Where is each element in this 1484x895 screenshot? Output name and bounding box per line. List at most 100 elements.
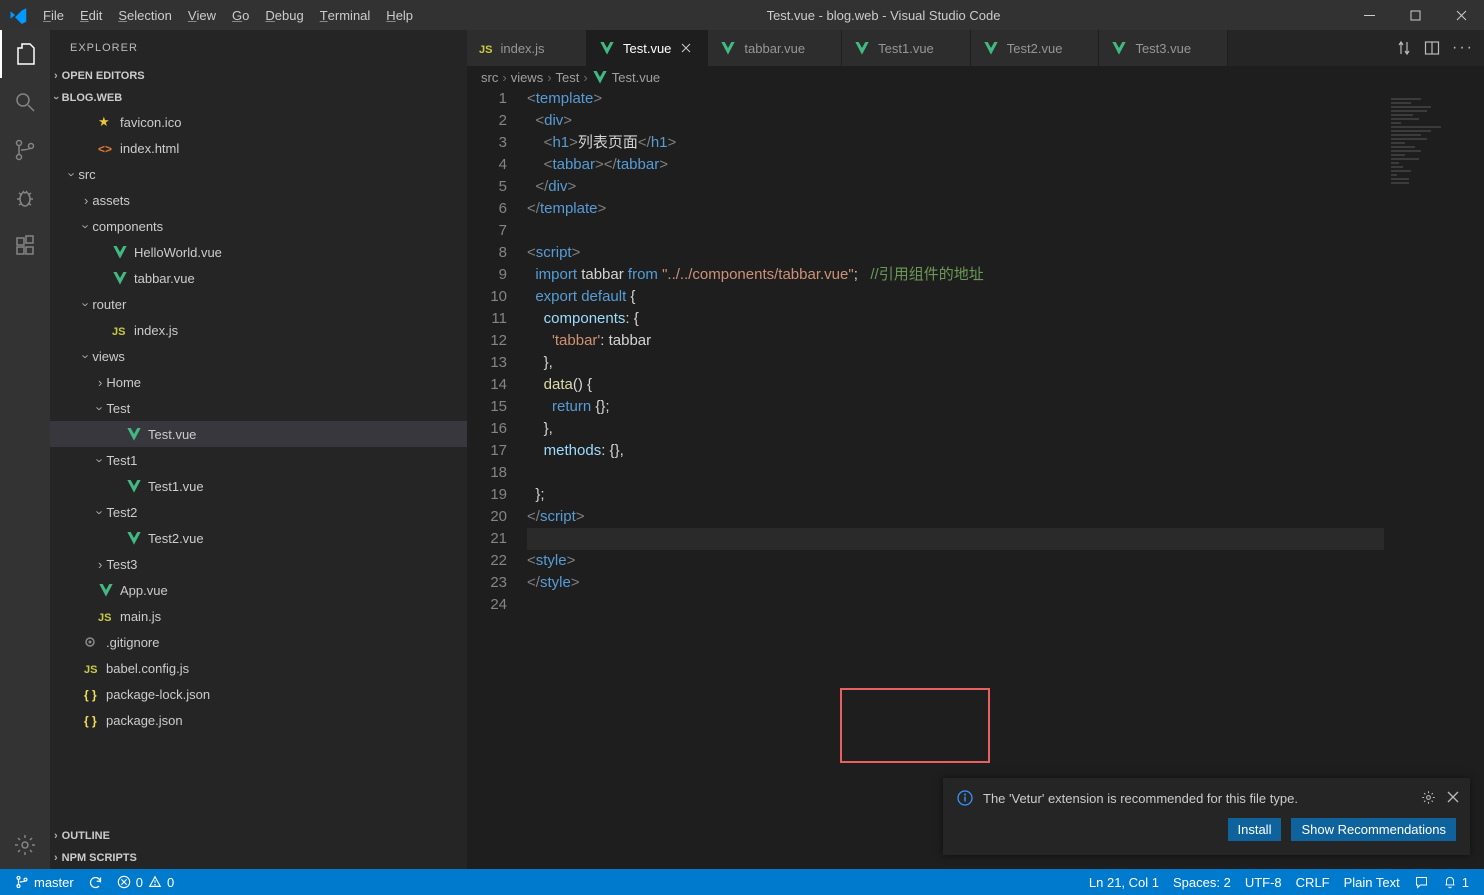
editor-body[interactable]: 123456789101112131415161718192021222324 … [467, 88, 1484, 869]
compare-changes-icon[interactable] [1396, 40, 1412, 56]
file-test.vue[interactable]: Test.vue [50, 421, 467, 447]
menu-go[interactable]: Go [224, 0, 257, 30]
status-cursor-position[interactable]: Ln 21, Col 1 [1082, 869, 1166, 895]
menu-file[interactable]: File [35, 0, 72, 30]
activity-extensions-icon[interactable] [0, 222, 50, 270]
vue-icon [983, 40, 999, 56]
breadcrumb-segment[interactable]: Test [556, 70, 580, 85]
file-index.html[interactable]: <>index.html [50, 135, 467, 161]
file-package.json[interactable]: { }package.json [50, 707, 467, 733]
folder-test1[interactable]: ›Test1 [50, 447, 467, 473]
status-eol[interactable]: CRLF [1289, 869, 1337, 895]
activity-settings-icon[interactable] [0, 821, 50, 869]
chevron-down-icon: › [79, 354, 94, 358]
status-branch-name: master [34, 875, 74, 890]
menu-selection[interactable]: Selection [110, 0, 179, 30]
section-label: OPEN EDITORS [62, 70, 145, 82]
notification-count: 1 [1462, 875, 1469, 890]
status-problems[interactable]: 0 0 [110, 869, 181, 895]
file-package-lock.json[interactable]: { }package-lock.json [50, 681, 467, 707]
chevron-down-icon: › [93, 458, 108, 462]
menu-view[interactable]: View [180, 0, 224, 30]
status-feedback-icon[interactable] [1407, 869, 1436, 895]
tab-label: index.js [500, 41, 544, 56]
status-branch[interactable]: master [8, 869, 81, 895]
menu-help[interactable]: Help [378, 0, 421, 30]
file-app.vue[interactable]: App.vue [50, 577, 467, 603]
file-main.js[interactable]: JSmain.js [50, 603, 467, 629]
folder-test2[interactable]: ›Test2 [50, 499, 467, 525]
close-button[interactable] [1438, 0, 1484, 30]
tab-test2.vue[interactable]: Test2.vue [971, 30, 1100, 66]
dot-icon [84, 636, 100, 648]
tab-label: Test.vue [623, 41, 671, 56]
activity-files-icon[interactable] [0, 30, 50, 78]
tree-item-label: Test.vue [148, 427, 196, 442]
status-indentation[interactable]: Spaces: 2 [1166, 869, 1238, 895]
folder-router[interactable]: ›router [50, 291, 467, 317]
section-project[interactable]: › BLOG.WEB [50, 87, 467, 109]
tree-item-label: Test3 [106, 557, 137, 572]
file-.gitignore[interactable]: .gitignore [50, 629, 467, 655]
tab-test1.vue[interactable]: Test1.vue [842, 30, 971, 66]
menu-edit[interactable]: Edit [72, 0, 110, 30]
status-language-mode[interactable]: Plain Text [1337, 869, 1407, 895]
activity-bar [0, 30, 50, 869]
close-icon[interactable] [1446, 790, 1460, 805]
activity-search-icon[interactable] [0, 78, 50, 126]
file-helloworld.vue[interactable]: HelloWorld.vue [50, 239, 467, 265]
close-icon[interactable] [679, 41, 695, 55]
status-sync[interactable] [81, 869, 110, 895]
menu-debug[interactable]: Debug [257, 0, 311, 30]
folder-test[interactable]: ›Test [50, 395, 467, 421]
file-favicon.ico[interactable]: ★favicon.ico [50, 109, 467, 135]
folder-assets[interactable]: › assets [50, 187, 467, 213]
section-label: BLOG.WEB [62, 92, 123, 104]
activity-debug-icon[interactable] [0, 174, 50, 222]
tab-test3.vue[interactable]: Test3.vue [1099, 30, 1228, 66]
folder-views[interactable]: ›views [50, 343, 467, 369]
file-babel.config.js[interactable]: JSbabel.config.js [50, 655, 467, 681]
folder-home[interactable]: ›Home [50, 369, 467, 395]
section-npm-scripts[interactable]: › NPM SCRIPTS [50, 847, 467, 869]
status-notifications[interactable]: 1 [1436, 869, 1476, 895]
folder-components[interactable]: ›components [50, 213, 467, 239]
status-encoding[interactable]: UTF-8 [1238, 869, 1289, 895]
chevron-right-icon: › [54, 70, 58, 82]
tab-tabbar.vue[interactable]: tabbar.vue [708, 30, 842, 66]
chevron-right-icon: › [84, 193, 88, 208]
breadcrumb-segment[interactable]: Test.vue [612, 70, 660, 85]
tab-index.js[interactable]: JSindex.js [467, 30, 587, 66]
section-outline[interactable]: › OUTLINE [50, 825, 467, 847]
file-test2.vue[interactable]: Test2.vue [50, 525, 467, 551]
code-content[interactable]: <template> <div> <h1>列表页面</h1> <tabbar><… [527, 88, 1484, 616]
breadcrumb-segment[interactable]: src [481, 70, 498, 85]
activity-source-control-icon[interactable] [0, 126, 50, 174]
show-recommendations-button[interactable]: Show Recommendations [1291, 818, 1456, 841]
tree-item-label: App.vue [120, 583, 168, 598]
minimize-button[interactable] [1346, 0, 1392, 30]
tab-label: Test3.vue [1135, 41, 1191, 56]
install-button[interactable]: Install [1228, 818, 1282, 841]
section-open-editors[interactable]: › OPEN EDITORS [50, 65, 467, 87]
window-controls [1346, 0, 1484, 30]
breadcrumbs[interactable]: src›views›Test›Test.vue [467, 66, 1484, 88]
gear-icon[interactable] [1421, 790, 1436, 805]
file-test1.vue[interactable]: Test1.vue [50, 473, 467, 499]
tab-label: Test1.vue [878, 41, 934, 56]
split-editor-icon[interactable] [1424, 40, 1440, 56]
folder-src[interactable]: ›src [50, 161, 467, 187]
menu-terminal[interactable]: Terminal [312, 0, 379, 30]
file-index.js[interactable]: JSindex.js [50, 317, 467, 343]
tab-test.vue[interactable]: Test.vue [587, 30, 708, 66]
tree-item-label: package-lock.json [106, 687, 210, 702]
maximize-button[interactable] [1392, 0, 1438, 30]
folder-test3[interactable]: ›Test3 [50, 551, 467, 577]
tree-item-label: babel.config.js [106, 661, 189, 676]
minimap[interactable] [1384, 88, 1484, 869]
breadcrumb-segment[interactable]: views [511, 70, 544, 85]
tree-item-label: assets [92, 193, 130, 208]
more-actions-icon[interactable]: ··· [1452, 39, 1474, 57]
file-tabbar.vue[interactable]: tabbar.vue [50, 265, 467, 291]
section-label: OUTLINE [62, 830, 110, 842]
